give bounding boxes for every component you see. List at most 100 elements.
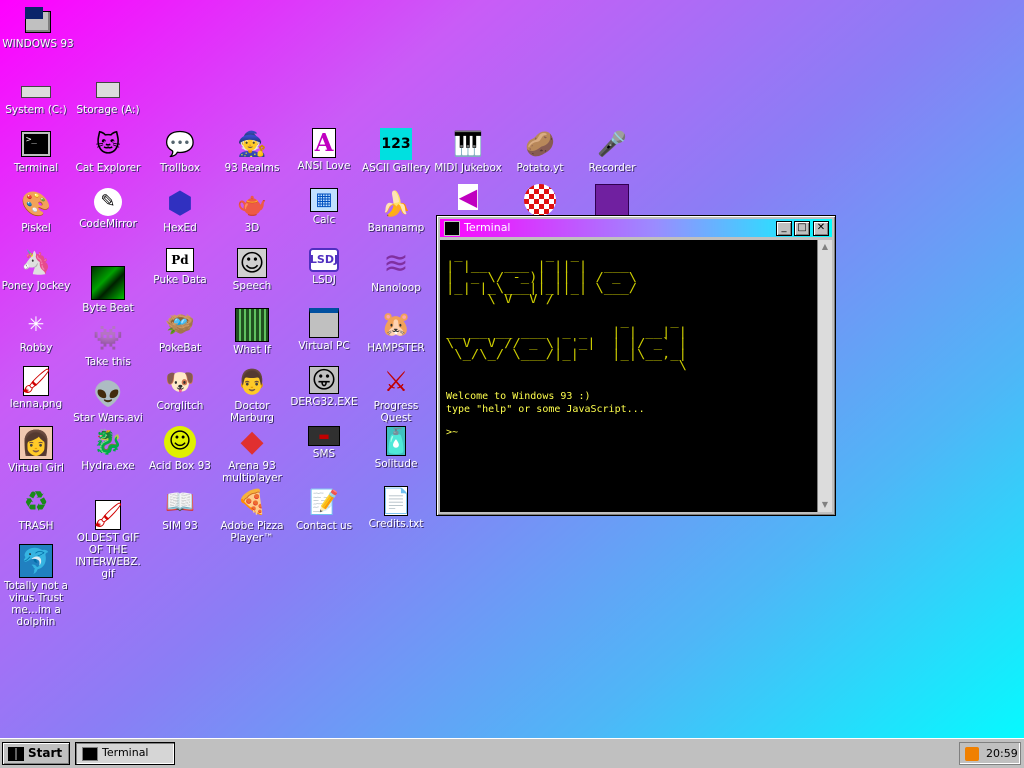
partial-icon-speaker[interactable]: ◀ xyxy=(432,183,504,212)
old-man-sprite-icon: 👾 xyxy=(93,324,123,352)
star-wars-avi-icon[interactable]: 👽 Star Wars.avi xyxy=(72,378,144,424)
note-pen-icon: 📝 xyxy=(309,488,339,516)
trollbox-icon[interactable]: 💬 Trollbox xyxy=(144,128,216,174)
adobe-pizza-player-icon[interactable]: 🍕 Adobe Pizza Player™ xyxy=(216,486,288,544)
terminal-icon xyxy=(444,221,460,236)
taskbar-item-terminal[interactable]: Terminal xyxy=(75,742,175,765)
console-icon: ▬ xyxy=(308,426,340,446)
cat-explorer-icon[interactable]: 🐱 Cat Explorer xyxy=(72,128,144,174)
icon-label: PokeBat xyxy=(158,342,202,354)
3d-icon[interactable]: 🫖 3D xyxy=(216,188,288,234)
clock: 20:59 xyxy=(986,747,1018,760)
puke-data-icon[interactable]: Pd Puke Data xyxy=(144,248,216,286)
start-button[interactable]: Start xyxy=(2,742,70,765)
hello-world-ascii-art: _ _ _ | |__ ___ | || | ___ | _ \/ -_)| |… xyxy=(446,248,687,372)
terminal-desktop-icon[interactable]: >_ Terminal xyxy=(0,128,72,174)
terminal-window[interactable]: Terminal _ □ ✕ _ _ _ | |__ ___ | || | __… xyxy=(436,215,836,516)
lenna-png-icon[interactable]: 🖌 lenna.png xyxy=(0,366,72,410)
icon-label: Terminal xyxy=(13,162,59,174)
hampster-icon[interactable]: 🐹 HAMPSTER xyxy=(360,308,432,354)
icon-label: Piskel xyxy=(21,222,51,234)
corgi-icon: 🐶 xyxy=(165,368,195,396)
hydra-exe-icon[interactable]: 🐉 Hydra.exe xyxy=(72,426,144,472)
calc-icon[interactable]: ▦ Calc xyxy=(288,188,360,226)
take-this-icon[interactable]: 👾 Take this xyxy=(72,322,144,368)
virtual-pc-icon[interactable]: Virtual PC xyxy=(288,308,360,352)
arena-93-icon[interactable]: ◆ Arena 93 multiplayer xyxy=(216,426,288,485)
speech-icon[interactable]: ☺ Speech xyxy=(216,248,288,292)
93-realms-icon[interactable]: 🧙 93 Realms xyxy=(216,128,288,174)
window-title: Terminal xyxy=(464,221,511,234)
oldest-gif-icon[interactable]: 🖌 OLDEST GIF OF THE INTERWEBZ.gif xyxy=(72,500,144,580)
nanoloop-icon[interactable]: ≋ Nanoloop xyxy=(360,246,432,295)
derg32-exe-icon[interactable]: 😛 DERG32.EXE xyxy=(288,366,360,408)
storage-a-icon[interactable]: Storage (A:) xyxy=(72,70,144,116)
sms-icon[interactable]: ▬ SMS xyxy=(288,426,360,460)
trash-icon-item[interactable]: ♻ TRASH xyxy=(0,485,72,533)
ascii-gallery-icon[interactable]: 123 ASCII Gallery xyxy=(360,128,432,174)
partial-icon-ball[interactable] xyxy=(504,184,576,218)
close-button[interactable]: ✕ xyxy=(813,221,829,236)
wave-icon: ≋ xyxy=(383,246,409,281)
nest-icon: 🪺 xyxy=(165,310,195,338)
vertical-scrollbar[interactable]: ▲ ▼ xyxy=(817,240,832,512)
recorder-icon[interactable]: 🎤 Recorder xyxy=(576,128,648,174)
codemirror-icon[interactable]: ✎ CodeMirror xyxy=(72,188,144,230)
contact-us-icon[interactable]: 📝 Contact us xyxy=(288,486,360,532)
terminal-output[interactable]: _ _ _ | |__ ___ | || | ___ | _ \/ -_)| |… xyxy=(440,240,818,512)
crossed-swords-icon: ⚔ xyxy=(383,365,409,398)
credits-txt-icon[interactable]: 📄 Credits.txt xyxy=(360,486,432,530)
icon-label: ANSI Love xyxy=(297,160,351,172)
rss-feed-icon[interactable] xyxy=(965,747,979,761)
icon-label: Virtual PC xyxy=(298,340,350,352)
system-c-icon[interactable]: System (C:) xyxy=(0,70,72,116)
recycle-bin-icon: ♻ xyxy=(23,485,49,518)
palette-icon: 🎨 xyxy=(21,190,51,218)
progress-quest-icon[interactable]: ⚔ Progress Quest xyxy=(360,365,432,425)
pokebat-icon[interactable]: 🪺 PokeBat xyxy=(144,308,216,354)
icon-label: System (C:) xyxy=(5,104,67,116)
dolphin-virus-icon[interactable]: 🐬 Totally not a virus.Trust me...im a do… xyxy=(0,544,72,628)
maximize-button[interactable]: □ xyxy=(794,221,810,236)
doctor-marburg-icon[interactable]: 👨 Doctor Marburg xyxy=(216,366,288,424)
hexed-icon[interactable]: ⬢ HexEd xyxy=(144,188,216,235)
letter-a-icon: A xyxy=(312,128,336,158)
virtual-girl-icon[interactable]: 👩 Virtual Girl xyxy=(0,426,72,474)
sim-93-icon[interactable]: 📖 SIM 93 xyxy=(144,486,216,532)
face-icon: ☺ xyxy=(237,248,267,278)
icon-label: Robby xyxy=(19,342,53,354)
terminal-title-bar[interactable]: Terminal _ □ ✕ xyxy=(440,219,832,237)
icon-label: Puke Data xyxy=(153,274,207,286)
what-if-icon[interactable]: What If xyxy=(216,308,288,356)
robby-icon[interactable]: ✳ Robby xyxy=(0,308,72,354)
chat-bubble-icon: 💬 xyxy=(165,130,195,158)
grid-screen-icon xyxy=(235,308,269,342)
lsdj-icon[interactable]: LSDJ LSDJ xyxy=(288,248,360,286)
command-prompt[interactable]: >~ xyxy=(446,426,458,439)
potato-yt-icon[interactable]: 🥔 Potato.yt xyxy=(504,128,576,174)
icon-label: Virtual Girl xyxy=(8,462,64,474)
midi-jukebox-icon[interactable]: 🎹 MIDI Jukebox xyxy=(432,128,504,174)
acid-box-93-icon[interactable]: ☺ Acid Box 93 xyxy=(144,426,216,472)
scroll-down-icon[interactable]: ▼ xyxy=(818,498,832,512)
icon-label: Doctor Marburg xyxy=(230,400,274,424)
icon-label: lenna.png xyxy=(9,398,63,410)
ansi-love-icon[interactable]: A ANSI Love xyxy=(288,128,360,172)
solitude-icon[interactable]: 🧴 Solitude xyxy=(360,426,432,470)
piskel-icon[interactable]: 🎨 Piskel xyxy=(0,188,72,234)
windows-logo-icon xyxy=(8,747,24,761)
icon-label: Corglitch xyxy=(156,400,204,412)
taskbar: Start Terminal 20:59 xyxy=(0,738,1024,768)
icon-label: Trollbox xyxy=(159,162,201,174)
icon-label: Star Wars.avi xyxy=(73,412,143,424)
minimize-button[interactable]: _ xyxy=(776,221,792,236)
scroll-up-icon[interactable]: ▲ xyxy=(818,240,832,254)
byte-beat-icon[interactable]: Byte Beat xyxy=(72,266,144,314)
icon-label: MIDI Jukebox xyxy=(434,162,502,174)
banana-icon: 🍌 xyxy=(381,190,411,218)
windows93-icon[interactable]: WINDOWS 93 xyxy=(2,4,74,50)
corglitch-icon[interactable]: 🐶 Corglitch xyxy=(144,366,216,412)
poney-jockey-icon[interactable]: 🦄 Poney Jockey xyxy=(0,246,72,292)
bananamp-icon[interactable]: 🍌 Bananamp xyxy=(360,188,432,234)
icon-label: Speech xyxy=(232,280,272,292)
